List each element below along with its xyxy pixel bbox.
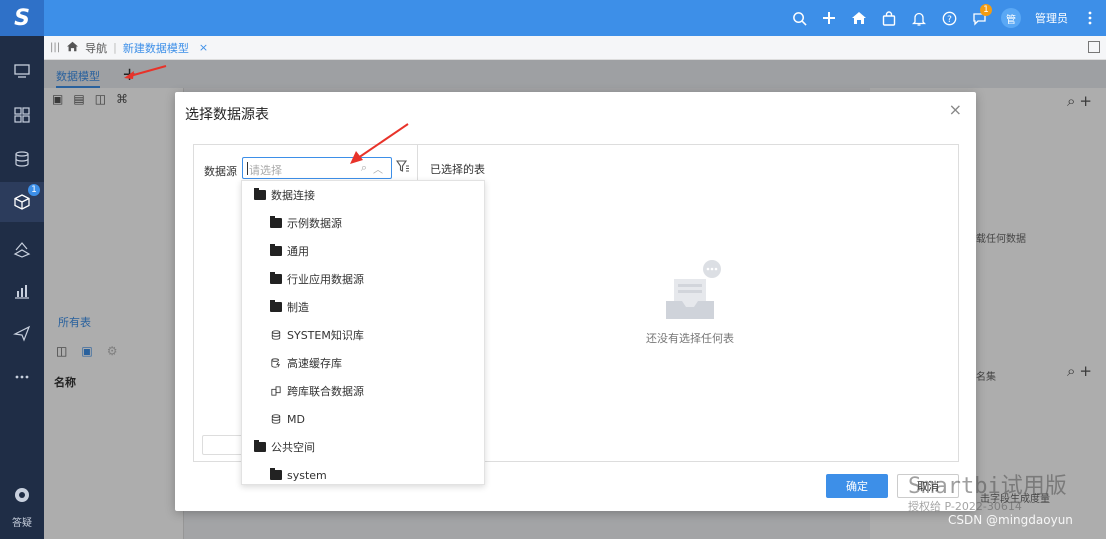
watermark-trial: Smartbi试用版 [908, 474, 1067, 499]
bag-icon[interactable] [881, 10, 897, 26]
breadcrumb-separator: | [113, 41, 117, 54]
list-item-label: 高速缓存库 [287, 357, 342, 370]
top-bar: S ? 1 管 管理员 [0, 0, 1106, 36]
monitor-icon [14, 64, 30, 78]
app-logo[interactable]: S [0, 0, 44, 36]
sidebar-item-analysis[interactable] [0, 232, 44, 266]
empty-inbox-icon [666, 260, 721, 319]
more-vertical-icon[interactable] [1082, 10, 1098, 26]
bell-icon[interactable] [911, 10, 927, 26]
dropdown-item-sample-datasource[interactable]: 示例数据源 [270, 213, 342, 233]
list-item-label: 数据连接 [271, 189, 315, 202]
watermark-license: 授权给 P-2022-30614 [908, 500, 1022, 513]
list-item-label: system [287, 468, 327, 482]
database-icon [271, 330, 281, 340]
dropdown-item-manufacturing[interactable]: 制造 [270, 297, 309, 317]
annotation-arrow-icon [350, 123, 409, 164]
home-icon[interactable] [851, 10, 867, 26]
apps-grid-icon [14, 107, 30, 123]
svg-text:?: ? [947, 15, 952, 25]
username-label[interactable]: 管理员 [1035, 10, 1068, 26]
dropdown-item-system-kb[interactable]: SYSTEM知识库 [270, 325, 364, 345]
close-icon[interactable]: × [949, 100, 962, 119]
send-icon [13, 325, 31, 342]
dropdown-item-data-connection[interactable]: 数据连接 [254, 185, 315, 205]
database-icon [271, 414, 281, 424]
tab-close-icon[interactable]: × [199, 41, 208, 54]
dropdown-item-system[interactable]: system [270, 465, 327, 485]
list-item-label: 公共空间 [271, 441, 315, 454]
left-sidebar: 1 答疑 [0, 36, 44, 539]
sidebar-badge: 1 [28, 184, 40, 196]
list-item-label: 通用 [287, 245, 309, 258]
list-item-label: 行业应用数据源 [287, 273, 364, 286]
layers-icon [13, 242, 31, 258]
sidebar-item-more[interactable] [0, 360, 44, 394]
sidebar-item-data[interactable] [0, 142, 44, 176]
database-icon [15, 151, 29, 167]
folder-icon [270, 216, 282, 228]
folder-icon [270, 300, 282, 312]
help-icon[interactable]: ? [941, 10, 957, 26]
cube-icon [14, 194, 30, 210]
confirm-button[interactable]: 确定 [826, 474, 888, 498]
message-badge: 1 [980, 4, 992, 16]
maximize-icon[interactable] [1088, 41, 1100, 53]
cache-database-icon [271, 358, 281, 368]
dropdown-item-industry[interactable]: 行业应用数据源 [270, 269, 364, 289]
chart-icon [15, 285, 29, 299]
sidebar-item-apps[interactable] [0, 98, 44, 132]
folder-icon [270, 272, 282, 284]
datasource-dropdown: 数据连接 示例数据源 通用 行业应用数据源 制造 SYSTEM知识库 高速缓存库… [241, 180, 485, 485]
folder-icon [270, 468, 282, 480]
watermark-csdn: CSDN @mingdaoyun [948, 513, 1073, 527]
breadcrumb-nav[interactable]: 导航 [85, 40, 107, 56]
search-icon[interactable] [791, 10, 807, 26]
qa-icon [15, 488, 29, 502]
dialog-title: 选择数据源表 [185, 107, 269, 123]
list-item-label: 跨库联合数据源 [287, 385, 364, 398]
dropdown-item-federated[interactable]: 跨库联合数据源 [270, 381, 364, 401]
sidebar-qa-label[interactable]: 答疑 [0, 514, 44, 529]
folder-icon [270, 244, 282, 256]
home-icon[interactable] [66, 41, 79, 55]
list-item-label: 制造 [287, 301, 309, 314]
folder-open-icon [254, 188, 266, 200]
dropdown-item-general[interactable]: 通用 [270, 241, 309, 261]
sidebar-item-qa[interactable] [0, 478, 44, 512]
sidebar-item-report[interactable] [0, 274, 44, 308]
dropdown-item-cache-db[interactable]: 高速缓存库 [270, 353, 342, 373]
dropdown-item-md[interactable]: MD [270, 409, 305, 429]
sidebar-item-monitor[interactable] [0, 54, 44, 88]
more-horizontal-icon [15, 375, 29, 379]
list-item-label: 示例数据源 [287, 217, 342, 230]
breadcrumb: ||| 导航 | 新建数据模型 × [44, 36, 1106, 60]
list-item-label: MD [287, 412, 305, 426]
sidebar-item-send[interactable] [0, 316, 44, 350]
sidebar-item-data-model[interactable]: 1 [0, 182, 44, 222]
list-item-label: SYSTEM知识库 [287, 329, 364, 342]
message-icon[interactable]: 1 [971, 4, 992, 26]
empty-state-text: 还没有选择任何表 [646, 332, 734, 345]
selected-tables-label: 已选择的表 [430, 163, 485, 176]
top-toolbar: ? 1 管 管理员 [791, 0, 1098, 36]
folder-open-icon [254, 440, 266, 452]
menu-icon[interactable]: ||| [50, 42, 60, 53]
datasource-placeholder: 请选择 [249, 164, 282, 177]
datasource-label: 数据源 [204, 165, 237, 178]
avatar[interactable]: 管 [1001, 8, 1021, 28]
add-icon[interactable] [821, 10, 837, 26]
text-cursor [247, 162, 248, 175]
tab-new-data-model[interactable]: 新建数据模型 [123, 40, 189, 56]
federated-database-icon [271, 386, 281, 396]
annotation-arrow-icon [124, 65, 167, 79]
dropdown-item-public-space[interactable]: 公共空间 [254, 437, 315, 457]
